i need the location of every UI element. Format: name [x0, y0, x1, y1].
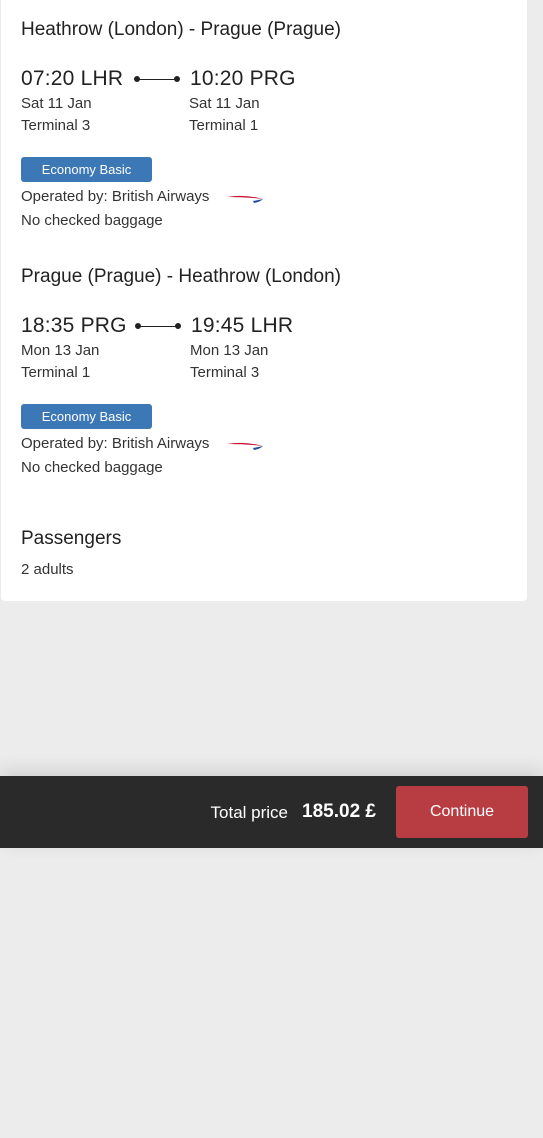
total-price-value: 185.02 £ — [302, 801, 376, 822]
outbound-depart-date: Sat 11 Jan — [21, 95, 92, 112]
outbound-flight-connector — [134, 75, 180, 83]
inbound-arrive-date: Mon 13 Jan — [190, 342, 269, 359]
price-footer-bar: Total price 185.02 £ Continue — [0, 776, 543, 848]
passengers-title: Passengers — [21, 528, 122, 549]
inbound-depart-date: Mon 13 Jan — [21, 342, 100, 359]
outbound-arrive-time: 10:20 PRG — [190, 67, 296, 90]
outbound-depart-time: 07:20 LHR — [21, 67, 124, 90]
booking-summary-card: Heathrow (London) - Prague (Prague) 07:2… — [1, 0, 527, 601]
outbound-fare-class-badge: Economy Basic — [21, 157, 152, 182]
british-airways-logo-icon — [227, 195, 263, 203]
outbound-depart-terminal: Terminal 3 — [21, 117, 91, 134]
inbound-route-title: Prague (Prague) - Heathrow (London) — [21, 266, 342, 287]
inbound-flight-connector — [135, 322, 181, 330]
british-airways-logo-icon — [227, 442, 263, 450]
outbound-arrive-terminal: Terminal 1 — [189, 117, 259, 134]
inbound-depart-terminal: Terminal 1 — [21, 364, 91, 381]
outbound-arrive-date: Sat 11 Jan — [189, 95, 260, 112]
inbound-operated-by: Operated by: British Airways — [21, 435, 210, 452]
outbound-operated-by: Operated by: British Airways — [21, 188, 210, 205]
continue-button[interactable]: Continue — [396, 786, 528, 838]
inbound-baggage: No checked baggage — [21, 459, 163, 476]
passengers-count: 2 adults — [21, 561, 74, 578]
inbound-arrive-time: 19:45 LHR — [191, 314, 294, 337]
outbound-baggage: No checked baggage — [21, 212, 163, 229]
total-price-label: Total price — [210, 803, 288, 822]
inbound-fare-class-badge: Economy Basic — [21, 404, 152, 429]
outbound-route-title: Heathrow (London) - Prague (Prague) — [21, 19, 342, 40]
inbound-arrive-terminal: Terminal 3 — [190, 364, 260, 381]
inbound-depart-time: 18:35 PRG — [21, 314, 127, 337]
